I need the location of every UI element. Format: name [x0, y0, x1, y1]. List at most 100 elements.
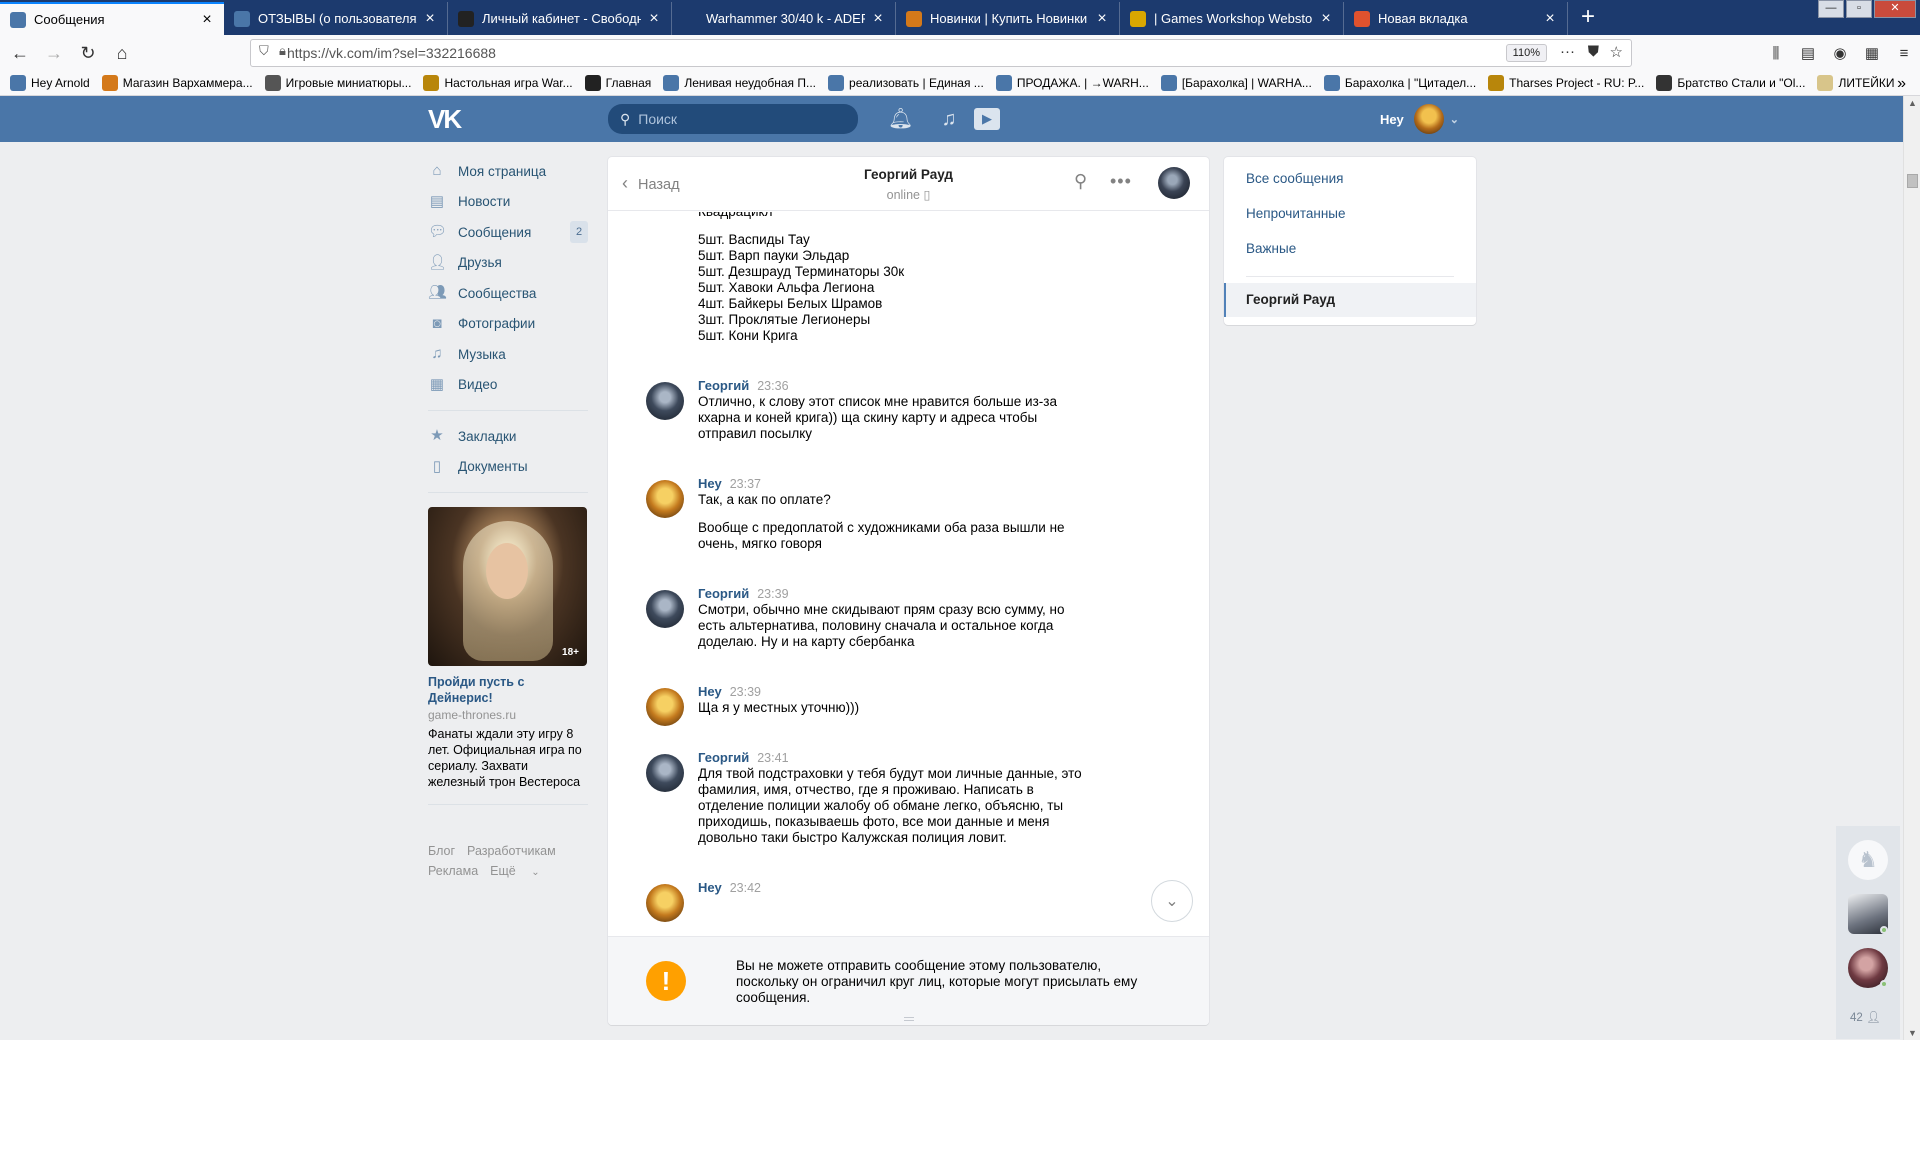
filter-important[interactable]: Важные [1246, 241, 1296, 256]
more-dots-icon[interactable]: ··· [1560, 43, 1575, 60]
scroll-down-icon[interactable]: ▼ [1908, 1028, 1917, 1038]
ad-domain[interactable]: game-thrones.ru [428, 708, 588, 722]
filter-selected-dialog[interactable]: Георгий Рауд [1224, 283, 1476, 317]
resize-grip-icon[interactable] [904, 1017, 914, 1021]
close-tab-icon[interactable]: × [200, 11, 214, 27]
sidebar-item-groups[interactable]: 👥︎ Сообщества [428, 278, 588, 309]
message-avatar[interactable] [646, 590, 684, 628]
close-tab-icon[interactable]: × [871, 10, 885, 26]
browser-tab[interactable]: Warhammer 30/40 k - ADEPTUS CU × [672, 2, 896, 35]
music-note-icon[interactable]: ♫ [937, 106, 961, 132]
bookmark-item[interactable]: Главная [584, 75, 651, 91]
extension-icon[interactable]: ▦ [1856, 39, 1888, 67]
bookmark-item[interactable]: [Барахолка] | WARHA... [1160, 75, 1312, 91]
browser-tab[interactable]: Новинки | Купить Новинки в × [896, 2, 1120, 35]
sidebar-item-news[interactable]: ▤ Новости [428, 187, 588, 218]
contact-avatar[interactable] [1158, 167, 1190, 199]
sidebar-item-friends[interactable]: 👤︎ Друзья [428, 248, 588, 279]
vk-logo[interactable]: VK [428, 106, 464, 132]
message-list[interactable]: Квадрацикл 5шт. Васпиды Тау5шт. Варп паук… [608, 212, 1209, 936]
page-scrollbar[interactable]: ▲ ▼ [1903, 96, 1920, 1040]
library-icon[interactable]: ⫼ [1760, 39, 1792, 67]
message-author[interactable]: Неу [698, 476, 722, 491]
sidebar-item-documents[interactable]: ▯ Документы [428, 452, 588, 483]
sidebar-item-home[interactable]: ⌂ Моя страница [428, 156, 588, 187]
home-icon[interactable]: ⌂ [108, 39, 136, 67]
message-avatar[interactable] [646, 382, 684, 420]
message-time[interactable]: 23:39 [730, 685, 761, 699]
scroll-down-button[interactable]: ⌄ [1151, 880, 1193, 922]
filter-all[interactable]: Все сообщения [1246, 171, 1343, 186]
bookmark-item[interactable]: Ленивая неудобная П... [663, 75, 816, 91]
new-tab-button[interactable]: + [1568, 2, 1608, 35]
message-avatar[interactable] [646, 884, 684, 922]
online-count[interactable]: 42 👤︎ [1850, 1010, 1881, 1024]
more-dots-icon[interactable]: ••• [1110, 171, 1132, 192]
message-time[interactable]: 23:42 [730, 881, 761, 895]
ad-title[interactable]: Пройди пусть с Дейнерис! [428, 674, 588, 706]
bookmark-item[interactable]: ЛИТЕЙКИ [1817, 75, 1895, 91]
maximize-icon[interactable]: ▫ [1846, 0, 1872, 18]
bookmark-item[interactable]: ПРОДАЖА. | →WARH... [995, 75, 1149, 91]
bookmark-item[interactable]: Барахолка | "Цитадел... [1323, 75, 1476, 91]
bookmark-item[interactable]: Братство Стали и "Ol... [1656, 75, 1805, 91]
message-time[interactable]: 23:36 [757, 379, 788, 393]
message-author[interactable]: Георгий [698, 750, 749, 765]
zoom-indicator[interactable]: 110% [1505, 44, 1547, 62]
message-time[interactable]: 23:37 [730, 477, 761, 491]
bookmark-star-icon[interactable]: ☆ [1610, 43, 1623, 61]
browser-tab[interactable]: ОТЗЫВЫ (о пользователях/гр × [224, 2, 448, 35]
shield-icon[interactable]: ⛉ [259, 43, 269, 59]
close-tab-icon[interactable]: × [1319, 10, 1333, 26]
close-tab-icon[interactable]: × [1095, 10, 1109, 26]
message-author[interactable]: Неу [698, 684, 722, 699]
bell-icon[interactable]: 🔔︎ [888, 106, 913, 132]
scrollbar-thumb[interactable] [1907, 174, 1918, 188]
bookmark-item[interactable]: Магазин Вархаммера... [101, 75, 253, 91]
filter-unread[interactable]: Непрочитанные [1246, 206, 1346, 221]
close-tab-icon[interactable]: × [1543, 10, 1557, 26]
message-time[interactable]: 23:39 [757, 587, 788, 601]
close-tab-icon[interactable]: × [647, 10, 661, 26]
sidebar-item-music[interactable]: ♫ Музыка [428, 339, 588, 370]
browser-tab[interactable]: | Games Workshop Webstore × [1120, 2, 1344, 35]
message-time[interactable]: 23:41 [757, 751, 788, 765]
back-arrow-icon[interactable]: ← [6, 39, 34, 67]
ad-image[interactable]: 18+ [428, 507, 587, 666]
footer-link-ads[interactable]: Реклама [428, 864, 478, 878]
search-icon[interactable]: ⚲ [1074, 171, 1087, 192]
message-author[interactable]: Неу [698, 880, 722, 895]
sidebar-item-messages[interactable]: 💬︎ Сообщения 2 [428, 217, 588, 248]
bookmark-item[interactable]: Tharses Project - RU: P... [1488, 75, 1644, 91]
close-tab-icon[interactable]: × [423, 10, 437, 26]
forward-arrow-icon[interactable]: → [40, 39, 68, 67]
sidebar-item-photos[interactable]: ◙ Фотографии [428, 309, 588, 340]
message-author[interactable]: Георгий [698, 586, 749, 601]
browser-tab[interactable]: Новая вкладка × [1344, 2, 1568, 35]
url-bar[interactable]: ⛉ 🔒︎ https://vk.com/im?sel=332216688 110… [250, 39, 1632, 67]
bookmark-item[interactable]: Hey Arnold [10, 75, 90, 91]
sidebar-icon[interactable]: ▤ [1792, 39, 1824, 67]
url-text[interactable]: https://vk.com/im?sel=332216688 [287, 45, 496, 61]
vk-dog-icon[interactable]: ♞ [1848, 840, 1888, 880]
ad-block[interactable]: 18+ Пройди пусть с Дейнерис! game-throne… [428, 507, 588, 790]
sidebar-item-video[interactable]: ▦ Видео [428, 370, 588, 401]
search-input[interactable]: ⚲ Поиск [608, 104, 858, 134]
menu-icon[interactable]: ≡ [1888, 39, 1920, 67]
message-avatar[interactable] [646, 688, 684, 726]
bookmark-item[interactable]: Игровые миниатюры... [264, 75, 411, 91]
message-avatar[interactable] [646, 754, 684, 792]
minimize-icon[interactable]: — [1818, 0, 1844, 18]
message-avatar[interactable] [646, 480, 684, 518]
footer-link-developers[interactable]: Разработчикам [467, 844, 556, 858]
reload-icon[interactable]: ↻ [74, 39, 102, 67]
footer-link-more[interactable]: Ещё ⌄ [490, 864, 551, 878]
sidebar-item-bookmarks-star[interactable]: ★ Закладки [428, 421, 588, 452]
browser-tab[interactable]: Сообщения × [0, 2, 224, 35]
bookmark-item[interactable]: реализовать | Единая ... [828, 75, 984, 91]
close-window-icon[interactable]: ✕ [1874, 0, 1916, 18]
bookmarks-overflow-icon[interactable]: » [1897, 75, 1906, 93]
account-icon[interactable]: ◉ [1824, 39, 1856, 67]
pocket-icon[interactable]: ⛊ [1588, 43, 1599, 60]
message-author[interactable]: Георгий [698, 378, 749, 393]
